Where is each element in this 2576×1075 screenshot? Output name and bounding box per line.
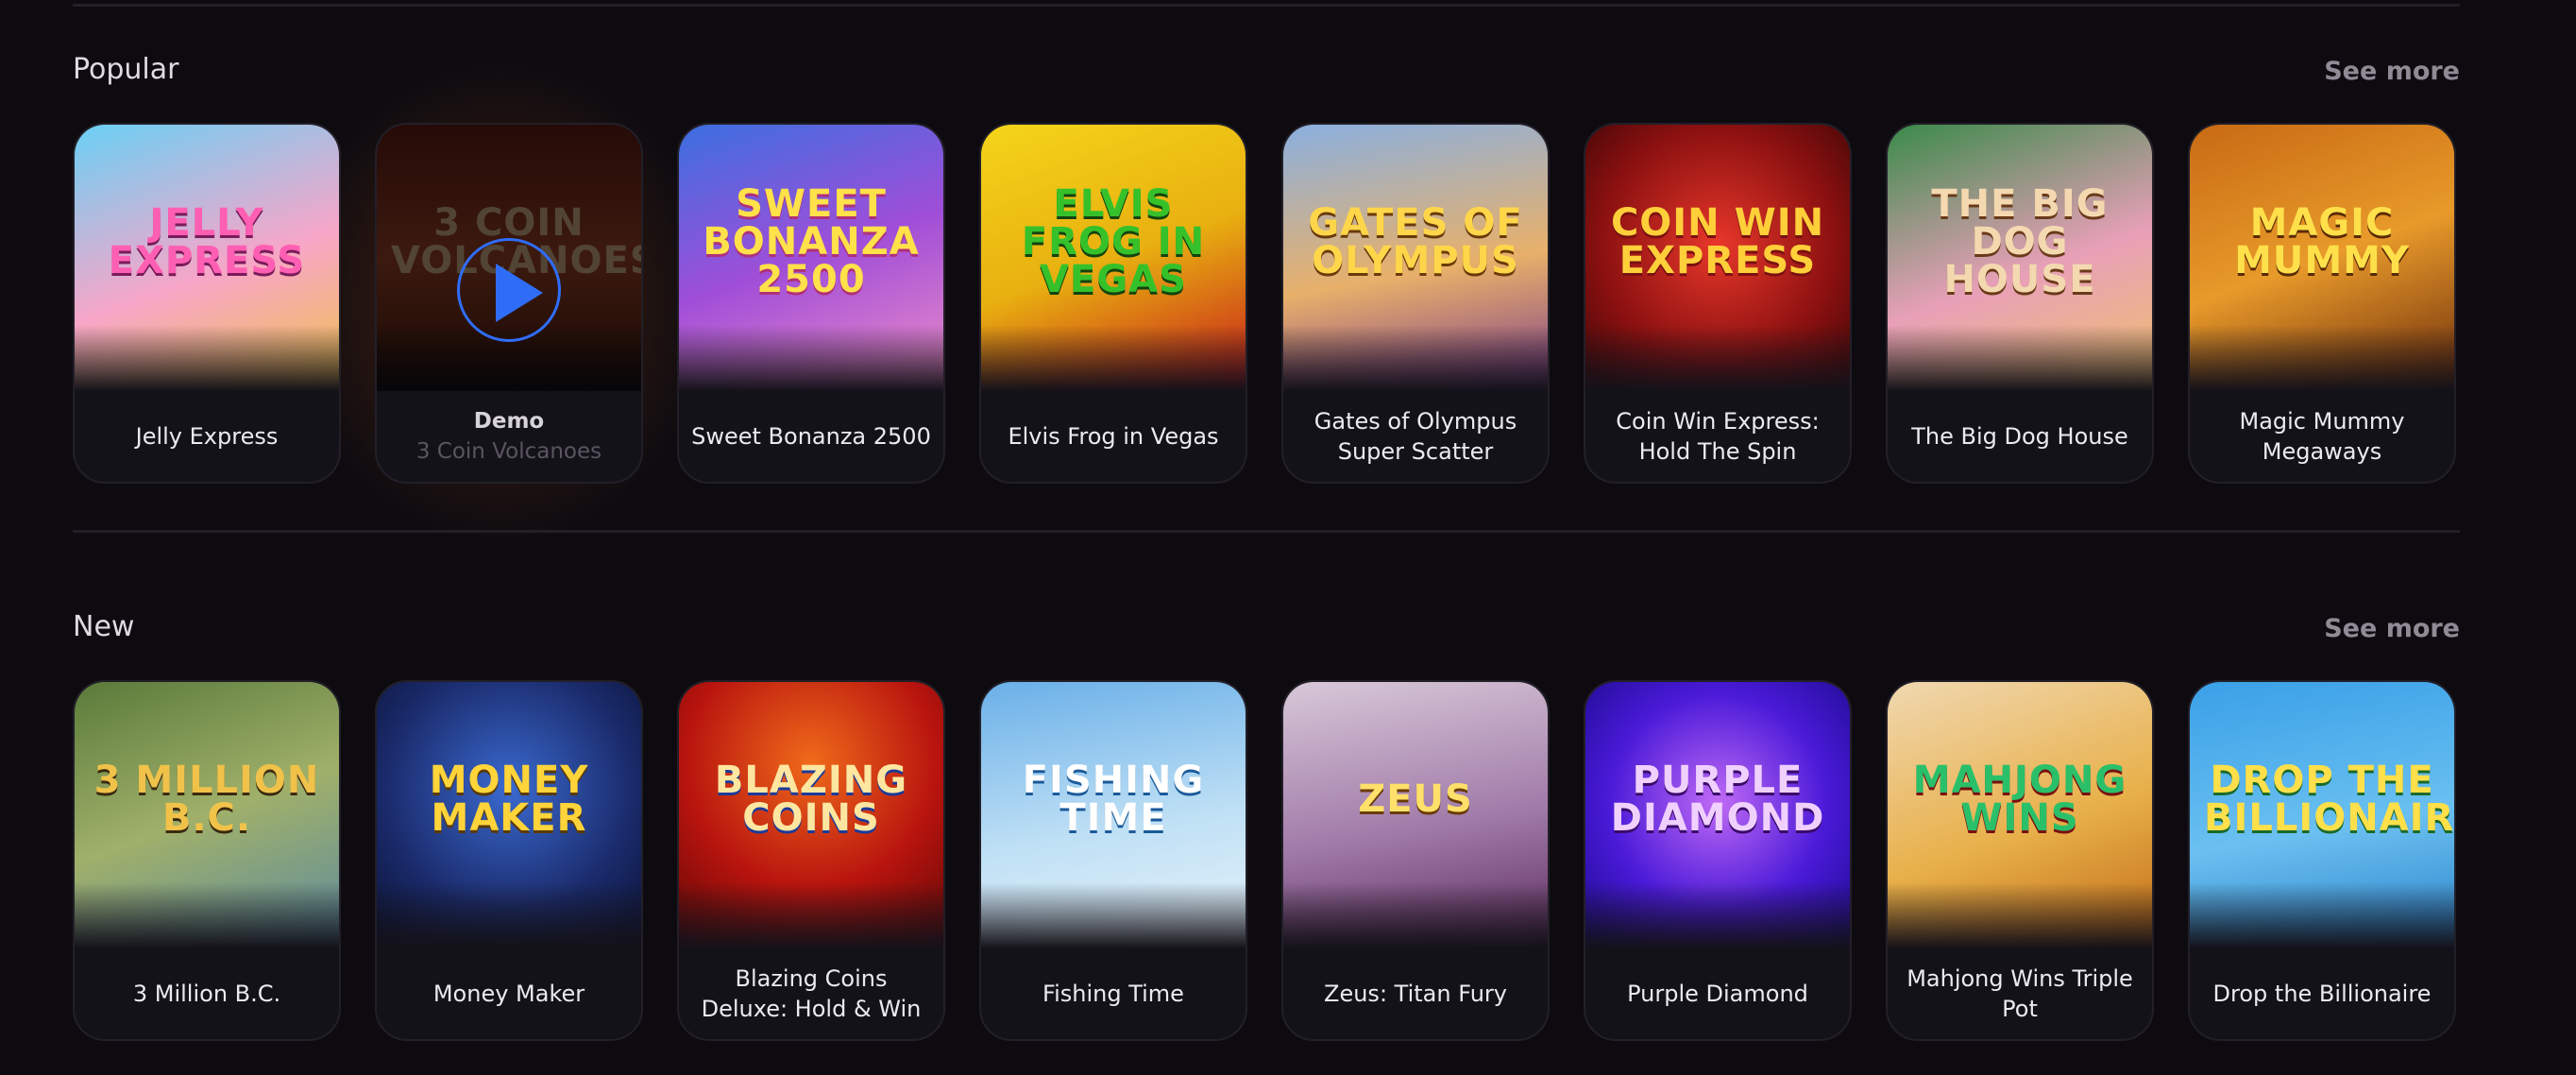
game-title: Jelly Express — [135, 423, 279, 450]
game-art: THE BIG DOG HOUSE — [1931, 182, 2109, 302]
new-games-grid: 3 MILLION B.C. 3 Million B.C. MONEY MAKE… — [73, 680, 2460, 1044]
popular-section: Popular See more JELLY EXPRESS Jelly Exp… — [73, 38, 2460, 484]
game-thumbnail: SWEET BONANZA 2500 — [679, 125, 943, 391]
game-thumbnail: JELLY EXPRESS — [75, 125, 339, 391]
game-title: Blazing Coins Deluxe: Hold & Win — [701, 965, 922, 1022]
game-art: ELVIS FROG IN VEGAS — [1021, 182, 1206, 302]
game-title: Money Maker — [432, 981, 585, 1007]
game-thumbnail: THE BIG DOG HOUSE — [1888, 125, 2152, 391]
game-card-magic-mummy-megaways[interactable]: MAGIC MUMMY Magic Mummy Megaways — [2188, 123, 2456, 484]
game-title: Sweet Bonanza 2500 — [691, 423, 931, 450]
game-card-sweet-bonanza-2500[interactable]: SWEET BONANZA 2500 Sweet Bonanza 2500 — [677, 123, 945, 484]
game-title: 3 Coin Volcanoes — [415, 439, 602, 464]
game-card-the-big-dog-house[interactable]: THE BIG DOG HOUSE The Big Dog House — [1886, 123, 2154, 484]
game-thumbnail: PURPLE DIAMOND — [1585, 682, 1850, 948]
game-card-coin-win-express[interactable]: COIN WIN EXPRESS Coin Win Express: Hold … — [1584, 123, 1852, 484]
popular-header: Popular See more — [73, 38, 2460, 110]
top-divider — [73, 4, 2460, 7]
game-card-fishing-time[interactable]: FISHING TIME Fishing Time — [979, 680, 1247, 1041]
game-thumbnail: DROP THE BILLIONAIRE — [2190, 682, 2454, 948]
demo-label: Demo — [473, 409, 545, 434]
popular-games-grid: JELLY EXPRESS Jelly Express 3 COIN VOLCA… — [73, 123, 2460, 486]
game-title: Coin Win Express: Hold The Spin — [1616, 408, 1820, 465]
game-title: Fishing Time — [1042, 981, 1184, 1007]
game-art: BLAZING COINS — [714, 759, 908, 841]
new-title: New — [73, 610, 135, 643]
game-art: 3 MILLION B.C. — [93, 759, 320, 841]
game-thumbnail: MAHJONG WINS — [1888, 682, 2152, 948]
game-art: MAHJONG WINS — [1912, 759, 2127, 841]
game-art: ZEUS — [1358, 777, 1473, 822]
game-art: MAGIC MUMMY — [2234, 201, 2410, 283]
game-card-mahjong-wins-triple-pot[interactable]: MAHJONG WINS Mahjong Wins Triple Pot — [1886, 680, 2154, 1041]
game-card-gates-of-olympus-super-scatter[interactable]: GATES OF OLYMPUS Gates of Olympus Super … — [1281, 123, 1550, 484]
game-card-purple-diamond[interactable]: PURPLE DIAMOND Purple Diamond — [1584, 680, 1852, 1041]
game-card-elvis-frog-in-vegas[interactable]: ELVIS FROG IN VEGAS Elvis Frog in Vegas — [979, 123, 1247, 484]
game-title: Mahjong Wins Triple Pot — [1907, 965, 2133, 1022]
game-thumbnail: MAGIC MUMMY — [2190, 125, 2454, 391]
game-art: FISHING TIME — [1022, 759, 1205, 841]
game-title: The Big Dog House — [1911, 423, 2128, 450]
section-divider — [73, 530, 2460, 533]
game-art: SWEET BONANZA 2500 — [703, 182, 920, 302]
game-title: Drop the Billionaire — [2212, 981, 2432, 1007]
game-art: DROP THE BILLIONAIRE — [2204, 759, 2454, 841]
game-card-drop-the-billionaire[interactable]: DROP THE BILLIONAIRE Drop the Billionair… — [2188, 680, 2456, 1041]
game-thumbnail: FISHING TIME — [981, 682, 1246, 948]
game-title: Elvis Frog in Vegas — [1008, 423, 1219, 450]
game-art: JELLY EXPRESS — [108, 201, 306, 283]
game-caption: Demo 3 Coin Volcanoes — [386, 391, 632, 482]
game-thumbnail: BLAZING COINS — [679, 682, 943, 948]
game-art: PURPLE DIAMOND — [1610, 759, 1825, 841]
game-thumbnail: COIN WIN EXPRESS — [1585, 125, 1850, 391]
game-thumbnail: GATES OF OLYMPUS — [1283, 125, 1548, 391]
game-art: GATES OF OLYMPUS — [1308, 201, 1523, 283]
game-card-jelly-express[interactable]: JELLY EXPRESS Jelly Express — [73, 123, 341, 484]
game-art: MONEY MAKER — [429, 759, 589, 841]
game-title: Purple Diamond — [1627, 981, 1808, 1007]
game-card-zeus-titan-fury[interactable]: ZEUS Zeus: Titan Fury — [1281, 680, 1550, 1041]
new-see-more-link[interactable]: See more — [2324, 614, 2460, 643]
game-card-blazing-coins-deluxe[interactable]: BLAZING COINS Blazing Coins Deluxe: Hold… — [677, 680, 945, 1041]
game-title: Magic Mummy Megaways — [2239, 408, 2405, 465]
play-demo-icon[interactable] — [457, 238, 561, 342]
game-card-money-maker[interactable]: MONEY MAKER Money Maker — [375, 680, 643, 1041]
new-header: New See more — [73, 595, 2460, 667]
game-thumbnail: 3 MILLION B.C. — [75, 682, 339, 948]
new-section: New See more 3 MILLION B.C. 3 Million B.… — [73, 595, 2460, 1041]
game-title: Gates of Olympus Super Scatter — [1313, 408, 1517, 465]
game-card-3-coin-volcanoes[interactable]: 3 COIN VOLCANOES Demo 3 Coin Volcanoes — [375, 123, 643, 484]
game-card-3-million-bc[interactable]: 3 MILLION B.C. 3 Million B.C. — [73, 680, 341, 1041]
popular-title: Popular — [73, 53, 179, 86]
game-title: 3 Million B.C. — [132, 981, 281, 1007]
game-title: Zeus: Titan Fury — [1324, 981, 1507, 1007]
game-thumbnail: MONEY MAKER — [377, 682, 641, 948]
game-art: COIN WIN EXPRESS — [1610, 201, 1825, 283]
game-thumbnail: ELVIS FROG IN VEGAS — [981, 125, 1246, 391]
game-thumbnail: ZEUS — [1283, 682, 1548, 948]
popular-see-more-link[interactable]: See more — [2324, 57, 2460, 86]
